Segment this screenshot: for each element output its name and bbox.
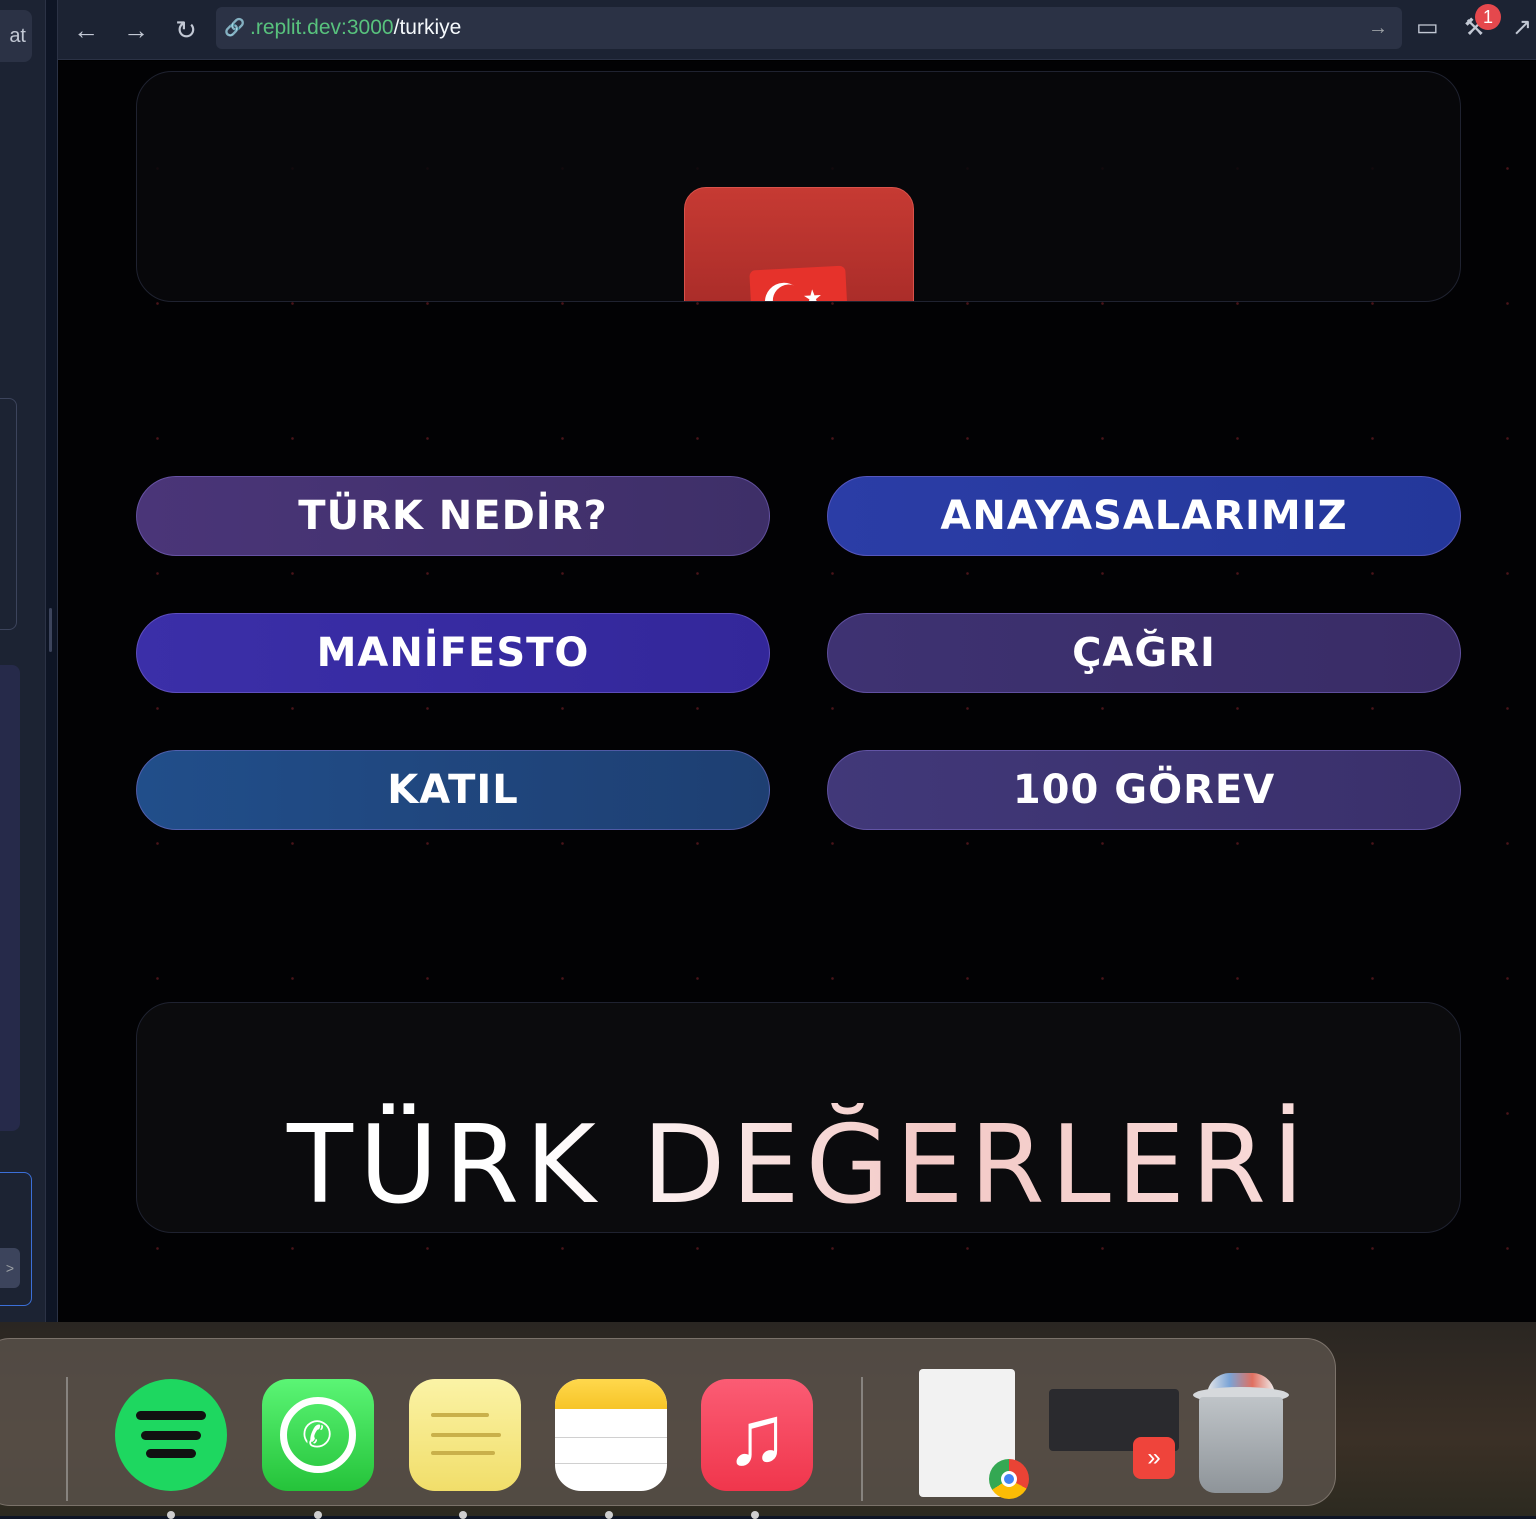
chrome-app-icon [989,1459,1029,1499]
webview-browser: ← → ↻ 🔗 .replit.dev:3000/turkiye → ▭ ⚒ 1… [57,0,1536,1322]
chrome-center [1001,1471,1017,1487]
send-arrow-icon[interactable]: > [0,1248,20,1288]
trash-icon[interactable] [1193,1373,1289,1497]
link-icon: 🔗 [224,18,246,37]
desktop-background: ✆ ♫ » [0,1322,1536,1519]
go-arrow-icon[interactable]: → [1368,7,1388,49]
spotify-app-icon[interactable] [115,1379,227,1491]
dock-separator [66,1377,68,1501]
nav-button-100-gorev[interactable]: 100 GÖREV [827,750,1461,830]
phone-icon: ✆ [302,1414,333,1455]
reload-icon[interactable]: ↻ [168,12,204,48]
url-text[interactable]: .replit.dev:3000/turkiye [250,7,461,49]
nav-button-katil[interactable]: KATIL [136,750,770,830]
panel-resize-handle[interactable] [49,608,52,652]
sticky-line [431,1433,501,1437]
url-bar[interactable]: 🔗 .replit.dev:3000/turkiye → [216,7,1402,49]
running-indicator [751,1511,759,1519]
star-icon: ★ [802,284,824,302]
panel-card [0,398,17,630]
devices-icon[interactable]: ▭ [1416,12,1439,44]
nav-button-turk-nedir[interactable]: TÜRK NEDİR? [136,476,770,556]
back-arrow-icon[interactable]: ← [68,12,104,48]
forward-arrow-icon[interactable]: → [118,12,154,48]
running-indicator [314,1511,322,1519]
flag-tile: ★ [684,187,914,302]
spotify-wave [141,1431,201,1440]
hero-card: ★ [136,71,1461,302]
dock-separator [861,1377,863,1501]
replit-side-panel: at › › › > [0,0,46,1322]
notes-app-icon[interactable] [555,1379,667,1491]
values-title: TÜRK DEĞERLERİ [137,1103,1460,1228]
spotify-wave [136,1411,206,1420]
notes-line [555,1463,667,1464]
running-indicator [605,1511,613,1519]
notification-badge: 1 [1475,4,1501,30]
spotify-wave [146,1449,196,1458]
whatsapp-app-icon[interactable]: ✆ [262,1379,374,1491]
browser-toolbar: ← → ↻ 🔗 .replit.dev:3000/turkiye → ▭ ⚒ 1… [58,0,1536,60]
running-indicator [167,1511,175,1519]
turkey-flag-icon: ★ [749,265,849,302]
url-host: .replit.dev:3000 [250,16,394,39]
nav-button-cagri[interactable]: ÇAĞRI [827,613,1461,693]
chat-tab[interactable]: at [0,10,32,62]
panel-message [0,665,20,1131]
stickies-app-icon[interactable] [409,1379,521,1491]
open-new-tab-icon[interactable]: ↗ [1512,12,1532,44]
music-app-icon[interactable]: ♫ [701,1379,813,1491]
sticky-line [431,1451,495,1455]
nav-button-anayasalarimiz[interactable]: ANAYASALARIMIZ [827,476,1461,556]
nav-button-manifesto[interactable]: MANİFESTO [136,613,770,693]
sticky-line [431,1413,489,1417]
anydesk-app-icon: » [1133,1437,1175,1479]
values-card: TÜRK DEĞERLERİ [136,1002,1461,1233]
running-indicator [459,1511,467,1519]
notes-line [555,1437,667,1438]
page-content: ★ TÜRK NEDİR? ANAYASALARIMIZ MANİFESTO Ç… [58,61,1536,1322]
url-path: /turkiye [393,16,462,39]
notes-header [555,1379,667,1409]
dock: ✆ ♫ » [0,1338,1336,1519]
trash-body [1199,1397,1283,1493]
